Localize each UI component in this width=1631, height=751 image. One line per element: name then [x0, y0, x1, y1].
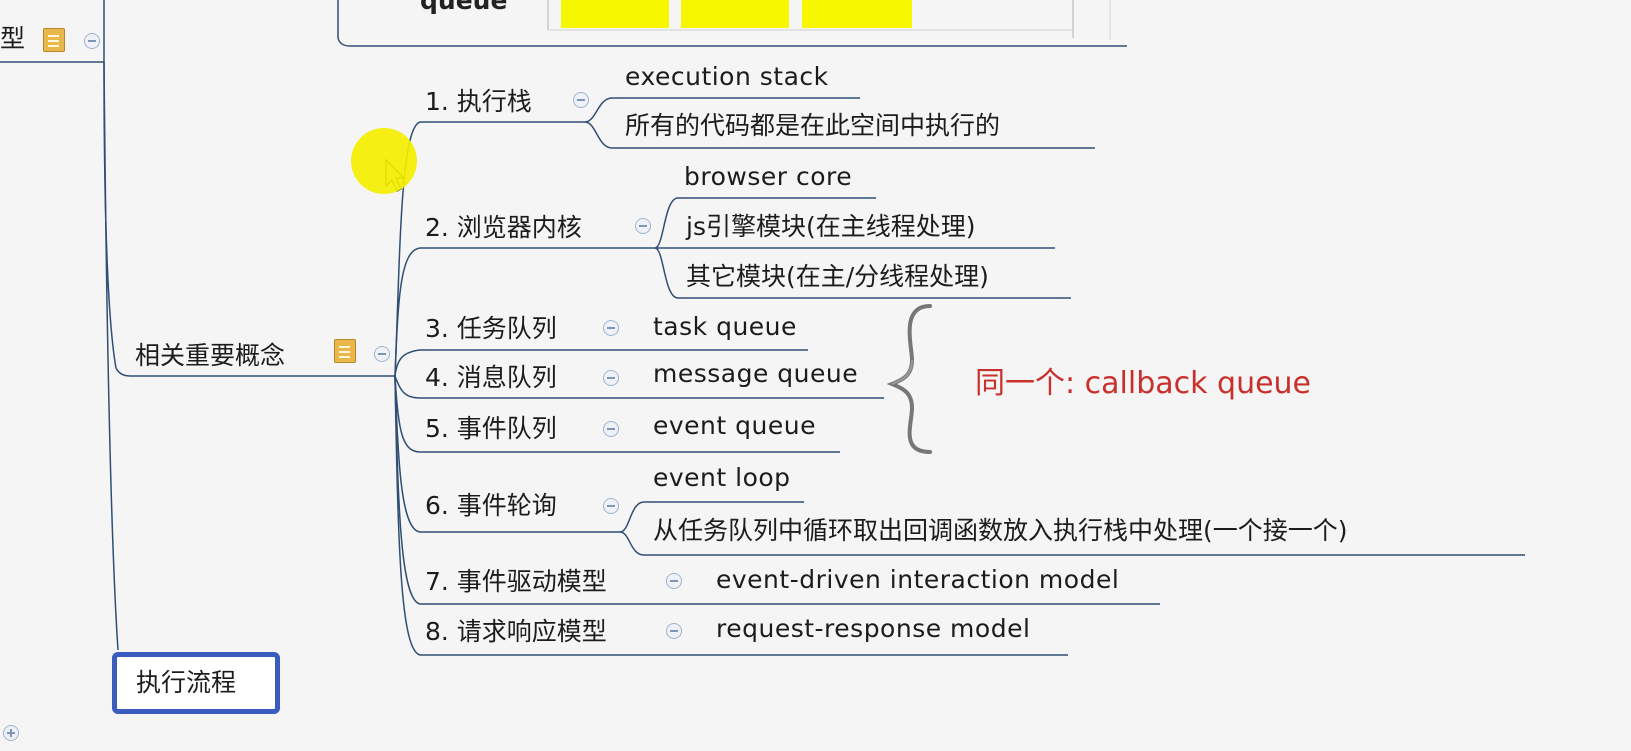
branch-7-child-1[interactable]: event-driven interaction model [716, 565, 1119, 595]
branch-1-label[interactable]: 1. 执行栈 [425, 87, 532, 117]
branch-1-child-2[interactable]: 所有的代码都是在此空间中执行的 [625, 111, 1000, 141]
branch-2-child-3[interactable]: 其它模块(在主/分线程处理) [686, 262, 989, 292]
branch-8-label[interactable]: 8. 请求响应模型 [425, 617, 607, 647]
left-node-label[interactable]: 型 [0, 24, 25, 54]
branch-4-label[interactable]: 4. 消息队列 [425, 363, 557, 393]
branch-2-child-2[interactable]: js引擎模块(在主线程处理) [686, 212, 975, 242]
branch-4-child-1[interactable]: message queue [653, 359, 858, 389]
branch-6-child-1[interactable]: event loop [653, 463, 791, 493]
collapse-icon[interactable] [666, 623, 682, 639]
expand-icon[interactable] [3, 725, 19, 741]
collapse-icon[interactable] [84, 33, 100, 49]
cursor-highlight [351, 128, 417, 194]
collapse-icon[interactable] [603, 421, 619, 437]
main-node-label[interactable]: 相关重要概念 [135, 341, 285, 371]
branch-5-label[interactable]: 5. 事件队列 [425, 414, 557, 444]
highlight-cell-3 [802, 0, 912, 28]
collapse-icon[interactable] [603, 320, 619, 336]
note-icon[interactable] [43, 28, 65, 52]
collapse-icon[interactable] [666, 573, 682, 589]
branch-8-child-1[interactable]: request-response model [716, 614, 1030, 644]
note-icon[interactable] [334, 339, 356, 363]
top-fragment-label: queue [420, 0, 508, 15]
branch-6-child-2[interactable]: 从任务队列中循环取出回调函数放入执行栈中处理(一个接一个) [653, 516, 1348, 546]
collapse-icon[interactable] [635, 218, 651, 234]
branch-1-child-1[interactable]: execution stack [625, 62, 829, 92]
branch-3-label[interactable]: 3. 任务队列 [425, 314, 557, 344]
collapse-icon[interactable] [603, 370, 619, 386]
branch-2-child-1[interactable]: browser core [684, 162, 852, 192]
highlight-cell-1 [561, 0, 669, 28]
callback-queue-callout: 同一个: callback queue [975, 366, 1312, 401]
branch-2-label[interactable]: 2. 浏览器内核 [425, 213, 582, 243]
brace-icon [886, 304, 932, 454]
branch-3-child-1[interactable]: task queue [653, 312, 797, 342]
branch-5-child-1[interactable]: event queue [653, 411, 816, 441]
branch-7-label[interactable]: 7. 事件驱动模型 [425, 567, 607, 597]
highlight-cell-2 [681, 0, 789, 28]
exec-node-label[interactable]: 执行流程 [136, 668, 236, 698]
branch-6-label[interactable]: 6. 事件轮询 [425, 491, 557, 521]
collapse-icon[interactable] [573, 92, 589, 108]
collapse-icon[interactable] [603, 498, 619, 514]
collapse-icon[interactable] [374, 346, 390, 362]
